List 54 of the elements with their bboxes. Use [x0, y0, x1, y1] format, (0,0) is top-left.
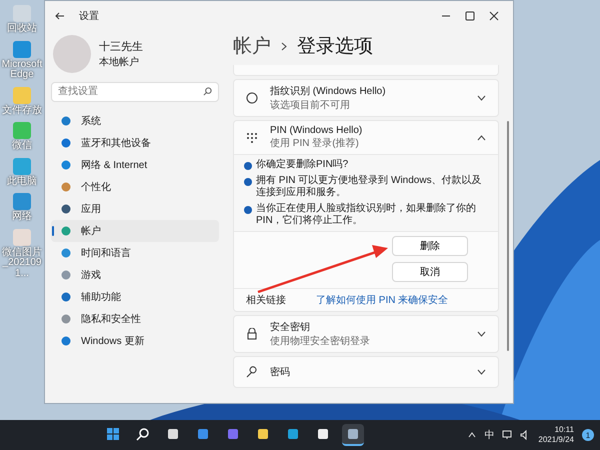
- card-subtitle: 使用物理安全密钥登录: [270, 334, 371, 348]
- info-message: 拥有 PIN 可以更方便地登录到 Windows、付款以及连接到应用和服务。: [256, 175, 483, 199]
- window-title: 设置: [79, 10, 99, 23]
- account-type: 本地帐户: [99, 56, 140, 69]
- info-icon: [244, 206, 252, 214]
- chevron-up-icon[interactable]: [468, 432, 476, 438]
- breadcrumb-parent[interactable]: 帐户: [233, 33, 271, 59]
- nav-item[interactable]: 隐私和安全性: [51, 308, 219, 330]
- search-icon[interactable]: [203, 87, 212, 96]
- scrollbar[interactable]: [507, 121, 509, 351]
- card-title: PIN (Windows Hello): [270, 125, 364, 136]
- nav-item[interactable]: Windows 更新: [51, 330, 219, 352]
- info-message: 你确定要删除PIN吗?: [256, 159, 348, 171]
- nav-item[interactable]: 网络 & Internet: [51, 154, 219, 176]
- nav-item[interactable]: 系统: [51, 110, 219, 132]
- maximize-icon[interactable]: [465, 11, 475, 21]
- user-name: 十三先生: [99, 40, 143, 54]
- chevron-icon[interactable]: [477, 331, 486, 337]
- card-title: 安全密钥: [270, 320, 311, 334]
- network-icon[interactable]: [502, 430, 512, 440]
- close-icon[interactable]: [489, 11, 499, 21]
- lock-icon: [246, 328, 258, 340]
- search-icon: [136, 427, 150, 441]
- nav-item[interactable]: 蓝牙和其他设备: [51, 132, 219, 154]
- page-title: 登录选项: [297, 35, 373, 59]
- nav-item[interactable]: 个性化: [51, 176, 219, 198]
- nav-item[interactable]: 辅助功能: [51, 286, 219, 308]
- keypad-icon: [246, 132, 258, 144]
- avatar: [53, 35, 91, 73]
- nav-item[interactable]: 时间和语言: [51, 242, 219, 264]
- card-subtitle: 使用 PIN 登录(推荐): [270, 136, 360, 150]
- chevron-right-icon: [281, 42, 287, 50]
- dialog-button[interactable]: 取消: [392, 262, 468, 282]
- search-field[interactable]: 查找设置: [51, 82, 219, 102]
- dialog-button[interactable]: 删除: [392, 236, 468, 256]
- card-subtitle: 该选项目前不可用: [270, 98, 351, 112]
- notification-badge[interactable]: 1: [582, 429, 594, 441]
- chevron-icon[interactable]: [477, 134, 486, 140]
- info-message: 当你正在使用人脸或指纹识别时，如果删除了你的 PIN，它们将停止工作。: [256, 203, 477, 227]
- chevron-icon[interactable]: [477, 369, 486, 375]
- card-title: 密码: [270, 366, 291, 379]
- chevron-icon[interactable]: [477, 95, 486, 101]
- taskbar-app[interactable]: [342, 424, 364, 446]
- start-icon: [106, 427, 120, 441]
- related-label: 相关链接: [246, 294, 286, 307]
- clock-date[interactable]: 2021/9/24: [538, 435, 574, 445]
- nav-item[interactable]: 帐户: [51, 220, 219, 242]
- back-arrow-icon[interactable]: [55, 11, 65, 21]
- help-link[interactable]: 了解如何使用 PIN 来确保安全: [316, 293, 448, 307]
- nav-item[interactable]: 应用: [51, 198, 219, 220]
- card-title: 指纹识别 (Windows Hello): [270, 84, 387, 98]
- nav-item[interactable]: 游戏: [51, 264, 219, 286]
- clock-time[interactable]: 10:11: [554, 425, 574, 435]
- input-method-indicator[interactable]: 中: [484, 428, 494, 442]
